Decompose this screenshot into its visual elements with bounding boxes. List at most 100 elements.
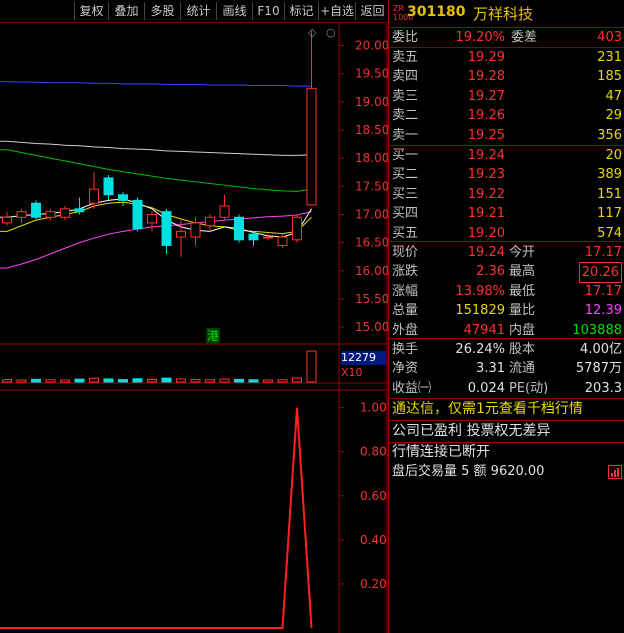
volume-bar — [74, 378, 85, 383]
candle-body[interactable] — [16, 211, 27, 218]
volume-bar — [306, 350, 317, 383]
bar-chart-icon[interactable] — [608, 465, 622, 479]
bids-label: 买一 — [392, 148, 419, 163]
asks-price: 19.26 — [467, 108, 505, 124]
volume-bar — [205, 379, 215, 383]
diamond-icon[interactable]: ◇ — [308, 26, 317, 39]
candle-body[interactable] — [45, 211, 56, 218]
candle-body[interactable] — [2, 216, 12, 224]
toolbar-button-5[interactable]: F10 — [252, 2, 284, 20]
stock-header: ZR 1000 301180 万祥科技 — [389, 0, 624, 28]
candle-body[interactable] — [103, 177, 114, 196]
toolbar-button-4[interactable]: 画线 — [216, 2, 252, 20]
asks-row-3[interactable]: 卖二 19.26 29 — [389, 106, 624, 125]
candle-body[interactable] — [234, 216, 244, 241]
candle-body[interactable] — [277, 236, 288, 246]
bids-volume: 574 — [597, 225, 622, 241]
circle-icon[interactable]: ○ — [326, 26, 336, 39]
quote-row-1: 涨跌 2.36 最高 20.26 — [389, 262, 624, 284]
indicator-axis-label: 0.20 — [360, 577, 387, 591]
fund-value: 26.24% — [455, 342, 505, 357]
candle-body[interactable] — [161, 211, 172, 246]
toolbar-button-0[interactable]: 复权 — [74, 2, 108, 20]
volume-bar — [2, 379, 12, 383]
asks-row-2[interactable]: 卖三 19.27 47 — [389, 87, 624, 106]
asks-label: 卖一 — [392, 127, 419, 143]
fund-value: 0.024 — [467, 380, 505, 396]
candle-body[interactable] — [292, 216, 302, 241]
stock-name[interactable]: 万祥科技 — [473, 3, 533, 24]
candle-body[interactable] — [176, 230, 186, 238]
fund-label2: 流通 — [509, 361, 536, 377]
candle-body[interactable] — [74, 208, 85, 213]
candle-body[interactable] — [263, 236, 273, 239]
ma60-line — [0, 149, 312, 192]
quote-value2: 20.26 — [578, 262, 622, 284]
asks-row-0[interactable]: 卖五 19.29 231 — [389, 48, 624, 67]
toolbar-button-2[interactable]: 多股 — [144, 2, 180, 20]
fund-label: 换手 — [392, 342, 419, 357]
bids-row-0[interactable]: 买一 19.24 20 — [389, 146, 624, 165]
quote-value2: 17.17 — [584, 245, 622, 260]
candle-body[interactable] — [118, 194, 128, 201]
quote-row-3: 总量 151829 量比 12.39 — [389, 301, 624, 320]
ma250-line — [0, 81, 312, 87]
zr-badge: ZR 1000 — [393, 4, 414, 22]
volume-bar — [161, 377, 172, 383]
candle-body[interactable] — [147, 213, 157, 224]
promo-link[interactable]: 通达信，仅需1元查看千档行情 — [389, 399, 624, 420]
bids-label: 买二 — [392, 167, 419, 183]
candle-body[interactable] — [89, 188, 99, 204]
quote-label: 总量 — [392, 303, 419, 319]
bids-row-3[interactable]: 买四 19.21 117 — [389, 204, 624, 223]
quote-label2: 今开 — [509, 245, 536, 260]
indicator-axis-label: 0.80 — [360, 445, 387, 459]
asks-row-1[interactable]: 卖四 19.28 185 — [389, 67, 624, 86]
volume-bar — [31, 378, 41, 383]
bids-row-1[interactable]: 买二 19.23 389 — [389, 165, 624, 184]
candle-body[interactable] — [248, 233, 259, 241]
indicator-axis-label: 0.40 — [360, 533, 387, 547]
toolbar-button-3[interactable]: 统计 — [180, 2, 216, 20]
hk-connect-badge: 港 — [206, 328, 220, 344]
kline-chart-area[interactable]: 20.00 19.50 19.00 18.50 18.00 17.50 17.00 16.50… — [0, 23, 388, 633]
volume-bar — [60, 379, 70, 383]
bids-row-2[interactable]: 买三 19.22 151 — [389, 185, 624, 204]
candle-body[interactable] — [60, 208, 70, 218]
price-axis-label: 15.00 — [355, 320, 388, 334]
indicator-axis-label: 0.60 — [360, 489, 387, 503]
bids-price: 19.24 — [467, 148, 505, 163]
bids-label: 买四 — [392, 206, 419, 222]
quote-row-4: 外盘 47941 内盘 103888 — [389, 321, 624, 340]
after-hours-volume: 盘后交易量 5 额 9620.00 — [392, 464, 545, 479]
candle-body[interactable] — [31, 202, 41, 218]
quote-value: 47941 — [463, 322, 505, 338]
bids-row-4[interactable]: 买五 19.20 574 — [389, 224, 624, 243]
toolbar-button-8[interactable]: 返回 — [355, 2, 389, 20]
asks-volume: 185 — [597, 69, 622, 85]
candle-body[interactable] — [205, 216, 215, 227]
fund-label2: PE(动) — [509, 380, 549, 396]
quote-label: 外盘 — [392, 322, 419, 338]
asks-price: 19.28 — [467, 69, 505, 85]
bids-volume: 117 — [597, 206, 622, 222]
toolbar-button-7[interactable]: +自选 — [318, 2, 355, 20]
quote-value: 19.24 — [467, 245, 505, 260]
indicator-axis-label: 1.00 — [360, 401, 387, 415]
price-axis-label: 16.00 — [355, 264, 388, 278]
toolbar-button-1[interactable]: 叠加 — [108, 2, 144, 20]
volume-bar — [234, 378, 244, 383]
candle-body[interactable] — [306, 87, 317, 206]
toolbar-button-6[interactable]: 标记 — [284, 2, 318, 20]
volume-bar — [176, 378, 186, 383]
fund-value2: 5787万 — [575, 361, 622, 377]
candle-body[interactable] — [219, 205, 230, 218]
candle-body[interactable] — [132, 199, 143, 230]
asks-volume: 29 — [605, 108, 622, 124]
bids-price: 19.23 — [467, 167, 505, 183]
asks-row-4[interactable]: 卖一 19.25 356 — [389, 126, 624, 145]
candle-body[interactable] — [190, 222, 201, 238]
volume-bar — [132, 378, 143, 383]
quote-label2: 最高 — [509, 264, 536, 280]
bids-volume: 151 — [597, 186, 622, 202]
